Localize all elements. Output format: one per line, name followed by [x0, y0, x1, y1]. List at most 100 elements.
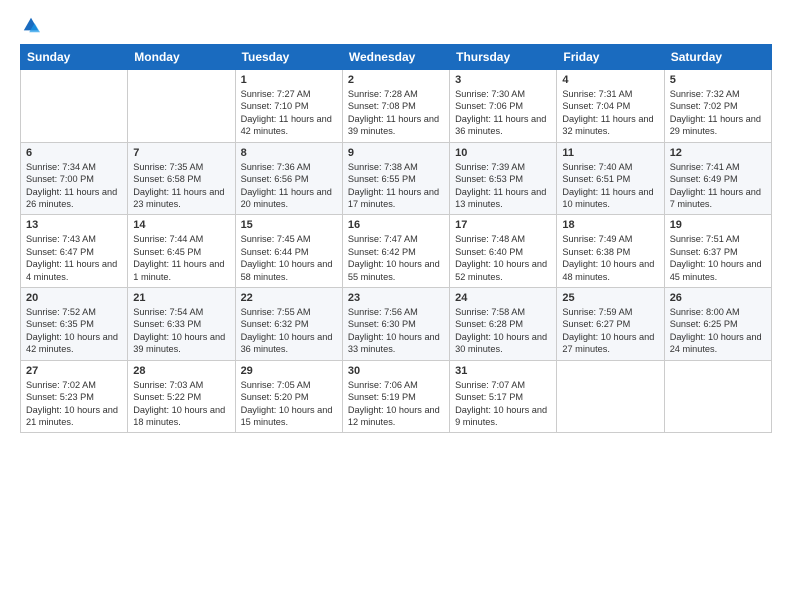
calendar-cell: 5Sunrise: 7:32 AM Sunset: 7:02 PM Daylig…	[664, 70, 771, 143]
day-number: 3	[455, 74, 551, 86]
day-number: 30	[348, 365, 444, 377]
day-content: Sunrise: 7:47 AM Sunset: 6:42 PM Dayligh…	[348, 233, 444, 283]
day-content: Sunrise: 7:40 AM Sunset: 6:51 PM Dayligh…	[562, 161, 658, 211]
day-number: 9	[348, 147, 444, 159]
day-content: Sunrise: 7:05 AM Sunset: 5:20 PM Dayligh…	[241, 379, 337, 429]
day-number: 10	[455, 147, 551, 159]
day-content: Sunrise: 7:52 AM Sunset: 6:35 PM Dayligh…	[26, 306, 122, 356]
header	[20, 16, 772, 34]
day-content: Sunrise: 7:06 AM Sunset: 5:19 PM Dayligh…	[348, 379, 444, 429]
calendar-cell: 23 Sunrise: 7:56 AM Sunset: 6:30 PM Dayli…	[342, 288, 449, 361]
day-number: 25	[562, 292, 658, 304]
day-number: 18	[562, 219, 658, 231]
day-content: Sunrise: 7:36 AM Sunset: 6:56 PM Dayligh…	[241, 161, 337, 211]
calendar-cell: 26 Sunrise: 8:00 AM Sunset: 6:25 PM Dayli…	[664, 288, 771, 361]
calendar-cell: 11 Sunrise: 7:40 AM Sunset: 6:51 PM Dayli…	[557, 142, 664, 215]
weekday-header-wednesday: Wednesday	[342, 45, 449, 70]
calendar-cell: 29Sunrise: 7:05 AM Sunset: 5:20 PM Dayli…	[235, 360, 342, 433]
day-number: 12	[670, 147, 766, 159]
day-number: 19	[670, 219, 766, 231]
day-number: 20	[26, 292, 122, 304]
day-content: Sunrise: 7:07 AM Sunset: 5:17 PM Dayligh…	[455, 379, 551, 429]
day-content: Sunrise: 7:51 AM Sunset: 6:37 PM Dayligh…	[670, 233, 766, 283]
calendar-cell: 27Sunrise: 7:02 AM Sunset: 5:23 PM Dayli…	[21, 360, 128, 433]
logo	[20, 16, 40, 34]
day-content: Sunrise: 7:54 AM Sunset: 6:33 PM Dayligh…	[133, 306, 229, 356]
week-row-4: 20 Sunrise: 7:52 AM Sunset: 6:35 PM Dayli…	[21, 288, 772, 361]
calendar-cell: 1 Sunrise: 7:27 AM Sunset: 7:10 PM Daylig…	[235, 70, 342, 143]
week-row-5: 27Sunrise: 7:02 AM Sunset: 5:23 PM Dayli…	[21, 360, 772, 433]
day-number: 31	[455, 365, 551, 377]
day-number: 22	[241, 292, 337, 304]
weekday-header-friday: Friday	[557, 45, 664, 70]
week-row-3: 13 Sunrise: 7:43 AM Sunset: 6:47 PM Dayli…	[21, 215, 772, 288]
day-content: Sunrise: 7:27 AM Sunset: 7:10 PM Dayligh…	[241, 88, 337, 138]
week-row-1: 1 Sunrise: 7:27 AM Sunset: 7:10 PM Daylig…	[21, 70, 772, 143]
day-number: 1	[241, 74, 337, 86]
day-content: Sunrise: 7:03 AM Sunset: 5:22 PM Dayligh…	[133, 379, 229, 429]
calendar-cell: 20 Sunrise: 7:52 AM Sunset: 6:35 PM Dayli…	[21, 288, 128, 361]
day-content: Sunrise: 7:39 AM Sunset: 6:53 PM Dayligh…	[455, 161, 551, 211]
day-content: Sunrise: 7:34 AM Sunset: 7:00 PM Dayligh…	[26, 161, 122, 211]
calendar-cell: 24 Sunrise: 7:58 AM Sunset: 6:28 PM Dayli…	[450, 288, 557, 361]
day-content: Sunrise: 7:28 AM Sunset: 7:08 PM Dayligh…	[348, 88, 444, 138]
calendar: SundayMondayTuesdayWednesdayThursdayFrid…	[20, 44, 772, 433]
weekday-header-saturday: Saturday	[664, 45, 771, 70]
calendar-cell: 7 Sunrise: 7:35 AM Sunset: 6:58 PM Daylig…	[128, 142, 235, 215]
calendar-cell: 18Sunrise: 7:49 AM Sunset: 6:38 PM Dayli…	[557, 215, 664, 288]
calendar-cell	[664, 360, 771, 433]
day-content: Sunrise: 7:44 AM Sunset: 6:45 PM Dayligh…	[133, 233, 229, 283]
calendar-cell: 28 Sunrise: 7:03 AM Sunset: 5:22 PM Dayli…	[128, 360, 235, 433]
day-number: 23	[348, 292, 444, 304]
day-content: Sunrise: 7:58 AM Sunset: 6:28 PM Dayligh…	[455, 306, 551, 356]
day-number: 7	[133, 147, 229, 159]
calendar-cell	[557, 360, 664, 433]
calendar-cell: 10 Sunrise: 7:39 AM Sunset: 6:53 PM Dayli…	[450, 142, 557, 215]
calendar-cell: 22 Sunrise: 7:55 AM Sunset: 6:32 PM Dayli…	[235, 288, 342, 361]
day-content: Sunrise: 7:41 AM Sunset: 6:49 PM Dayligh…	[670, 161, 766, 211]
day-content: Sunrise: 7:45 AM Sunset: 6:44 PM Dayligh…	[241, 233, 337, 283]
day-content: Sunrise: 7:56 AM Sunset: 6:30 PM Dayligh…	[348, 306, 444, 356]
day-number: 6	[26, 147, 122, 159]
weekday-header-monday: Monday	[128, 45, 235, 70]
day-content: Sunrise: 7:55 AM Sunset: 6:32 PM Dayligh…	[241, 306, 337, 356]
calendar-cell: 17 Sunrise: 7:48 AM Sunset: 6:40 PM Dayli…	[450, 215, 557, 288]
day-number: 13	[26, 219, 122, 231]
calendar-cell: 15Sunrise: 7:45 AM Sunset: 6:44 PM Dayli…	[235, 215, 342, 288]
calendar-cell: 25Sunrise: 7:59 AM Sunset: 6:27 PM Dayli…	[557, 288, 664, 361]
calendar-cell: 6 Sunrise: 7:34 AM Sunset: 7:00 PM Daylig…	[21, 142, 128, 215]
day-number: 11	[562, 147, 658, 159]
calendar-cell	[128, 70, 235, 143]
day-number: 27	[26, 365, 122, 377]
calendar-cell: 8Sunrise: 7:36 AM Sunset: 6:56 PM Daylig…	[235, 142, 342, 215]
day-content: Sunrise: 7:30 AM Sunset: 7:06 PM Dayligh…	[455, 88, 551, 138]
calendar-cell: 14 Sunrise: 7:44 AM Sunset: 6:45 PM Dayli…	[128, 215, 235, 288]
day-number: 14	[133, 219, 229, 231]
calendar-cell: 21Sunrise: 7:54 AM Sunset: 6:33 PM Dayli…	[128, 288, 235, 361]
day-number: 4	[562, 74, 658, 86]
weekday-header-tuesday: Tuesday	[235, 45, 342, 70]
calendar-cell: 12 Sunrise: 7:41 AM Sunset: 6:49 PM Dayli…	[664, 142, 771, 215]
day-number: 26	[670, 292, 766, 304]
calendar-cell: 19 Sunrise: 7:51 AM Sunset: 6:37 PM Dayli…	[664, 215, 771, 288]
calendar-cell: 16Sunrise: 7:47 AM Sunset: 6:42 PM Dayli…	[342, 215, 449, 288]
calendar-cell: 30 Sunrise: 7:06 AM Sunset: 5:19 PM Dayli…	[342, 360, 449, 433]
weekday-header-sunday: Sunday	[21, 45, 128, 70]
day-content: Sunrise: 7:31 AM Sunset: 7:04 PM Dayligh…	[562, 88, 658, 138]
day-number: 24	[455, 292, 551, 304]
week-row-2: 6 Sunrise: 7:34 AM Sunset: 7:00 PM Daylig…	[21, 142, 772, 215]
day-number: 17	[455, 219, 551, 231]
day-content: Sunrise: 7:38 AM Sunset: 6:55 PM Dayligh…	[348, 161, 444, 211]
weekday-header-thursday: Thursday	[450, 45, 557, 70]
day-number: 28	[133, 365, 229, 377]
day-content: Sunrise: 7:32 AM Sunset: 7:02 PM Dayligh…	[670, 88, 766, 138]
weekday-header-row: SundayMondayTuesdayWednesdayThursdayFrid…	[21, 45, 772, 70]
day-content: Sunrise: 7:43 AM Sunset: 6:47 PM Dayligh…	[26, 233, 122, 283]
day-number: 2	[348, 74, 444, 86]
day-content: Sunrise: 7:35 AM Sunset: 6:58 PM Dayligh…	[133, 161, 229, 211]
calendar-cell: 9 Sunrise: 7:38 AM Sunset: 6:55 PM Daylig…	[342, 142, 449, 215]
calendar-cell: 4 Sunrise: 7:31 AM Sunset: 7:04 PM Daylig…	[557, 70, 664, 143]
calendar-cell	[21, 70, 128, 143]
day-content: Sunrise: 7:48 AM Sunset: 6:40 PM Dayligh…	[455, 233, 551, 283]
day-content: Sunrise: 8:00 AM Sunset: 6:25 PM Dayligh…	[670, 306, 766, 356]
